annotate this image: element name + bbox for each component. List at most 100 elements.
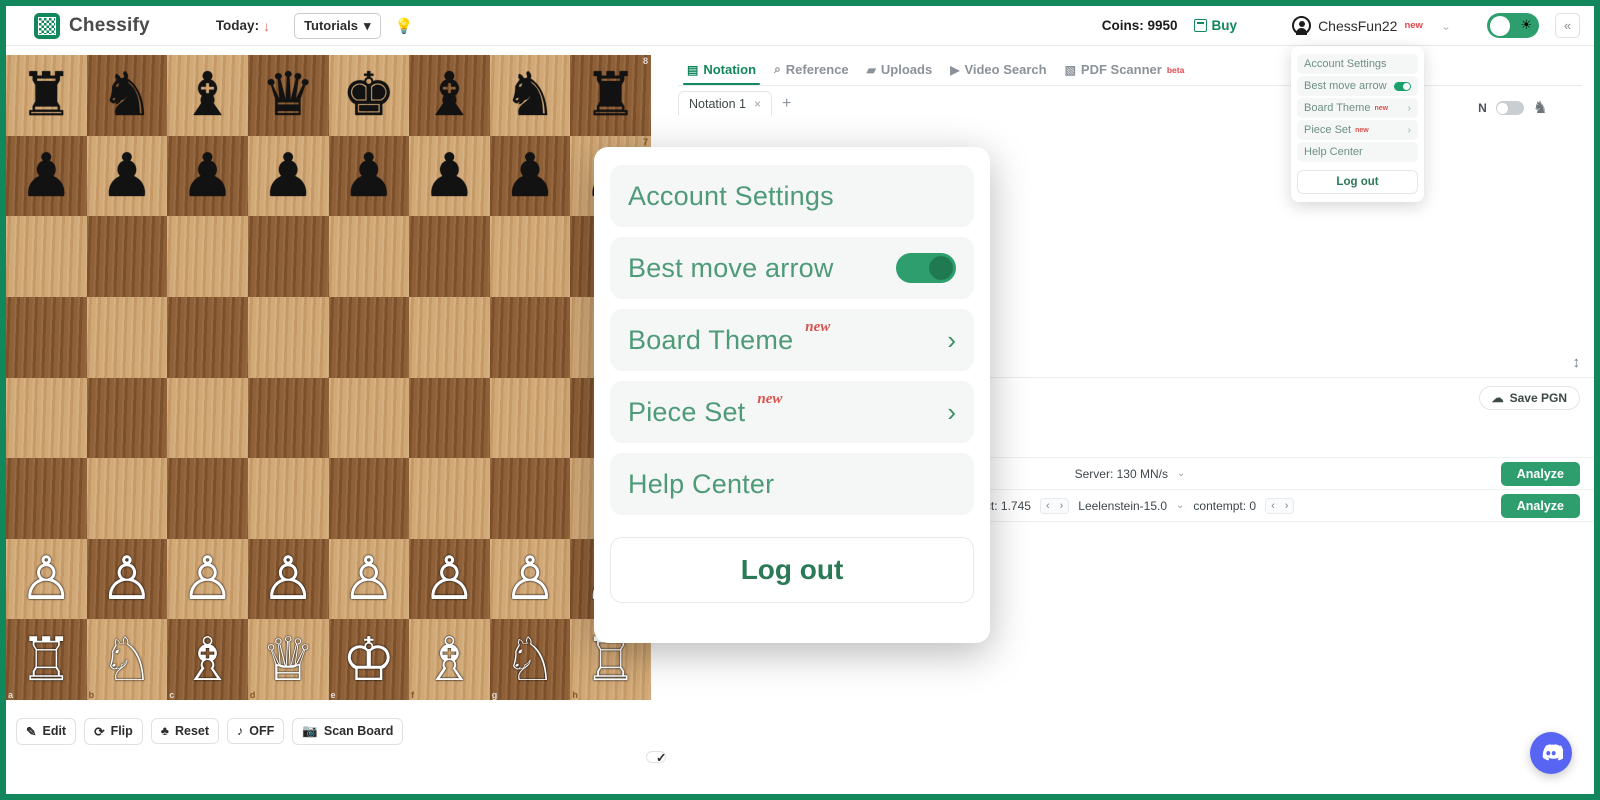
piece-P[interactable]: ♙ (423, 549, 477, 609)
board-square-a3[interactable] (6, 458, 87, 539)
piece-n[interactable]: ♞ (503, 65, 557, 125)
server-selector[interactable]: Server: 130 MN/s ⌄ (1075, 467, 1186, 481)
piece-p[interactable]: ♟ (19, 145, 73, 206)
tab-notation[interactable]: ▤ Notation (678, 57, 765, 85)
board-square-d4[interactable] (247, 377, 329, 459)
board-square-b6[interactable] (86, 216, 168, 297)
board-square-b2[interactable]: ♙ (86, 538, 168, 620)
board-square-c2[interactable]: ♙ (167, 538, 248, 620)
board-square-d2[interactable]: ♙ (247, 538, 329, 620)
subtab-notation-1[interactable]: Notation 1 × (678, 91, 772, 116)
tab-video-search[interactable]: ▶ Video Search (941, 57, 1055, 85)
lightbulb-icon[interactable]: 💡 (395, 17, 414, 35)
piece-p[interactable]: ♟ (503, 145, 557, 206)
board-square-f1[interactable]: ♗ f (409, 619, 490, 700)
board-square-f8[interactable]: ♝ (409, 55, 490, 136)
board-square-h8[interactable]: ♜ 8 (570, 55, 651, 136)
board-square-a4[interactable] (6, 377, 87, 459)
user-menu-item-help-center[interactable]: Help Center (1297, 142, 1418, 162)
piece-Q[interactable]: ♕ (261, 629, 315, 690)
user-menu-trigger[interactable]: ChessFun22 new ⌄ (1292, 16, 1451, 35)
import-export-button[interactable]: ✓ Import/ Export (646, 743, 715, 771)
cpuct-stepper[interactable]: ‹ › (1039, 497, 1070, 514)
board-square-d8[interactable]: ♛ (247, 55, 329, 136)
save-pgn-button[interactable]: ☁ Save PGN (1478, 386, 1580, 410)
board-square-d3[interactable] (247, 458, 329, 539)
best-move-arrow-toggle[interactable] (1394, 81, 1411, 91)
piece-p[interactable]: ♟ (423, 145, 477, 206)
theme-toggle[interactable]: ☀ (1487, 13, 1539, 38)
collapse-header-button[interactable]: « (1555, 13, 1580, 38)
tab-pdf-scanner[interactable]: ▧ PDF Scanner beta (1056, 57, 1194, 85)
board-square-e5[interactable] (328, 296, 410, 378)
piece-P[interactable]: ♙ (19, 549, 73, 609)
board-square-a2[interactable]: ♙ (6, 538, 87, 620)
piece-P[interactable]: ♙ (503, 549, 557, 609)
analyze-button-neural[interactable]: Analyze (1500, 493, 1580, 518)
piece-p[interactable]: ♟ (100, 145, 154, 206)
board-square-f3[interactable] (409, 458, 490, 539)
piece-r[interactable]: ♜ (584, 65, 638, 125)
board-square-c4[interactable] (167, 377, 248, 459)
board-square-g2[interactable]: ♙ (489, 538, 571, 620)
user-menu-item-account-settings[interactable]: Account Settings (1297, 54, 1418, 74)
piece-K[interactable]: ♔ (342, 629, 396, 690)
modal-item-piece-set[interactable]: Piece Set new › (610, 381, 974, 443)
board-square-f4[interactable] (409, 377, 490, 459)
flip-button[interactable]: ⟳ Flip (84, 717, 143, 745)
board-square-e3[interactable] (328, 458, 410, 539)
edit-button[interactable]: ✎ Edit (16, 717, 77, 745)
piece-p[interactable]: ♟ (181, 145, 235, 206)
chessboard[interactable]: ♜♞♝♛♚♝♞♜8♟♟♟♟♟♟♟♟76543♙♙♙♙♙♙♙♙2♖a♘b♗c♕d♔… (6, 55, 651, 700)
modal-item-account-settings[interactable]: Account Settings (610, 165, 974, 227)
brand-logo-area[interactable]: Chessify (34, 12, 150, 39)
board-square-g1[interactable]: ♘ g (489, 619, 571, 700)
piece-N[interactable]: ♘ (100, 629, 154, 690)
sound-toggle-button[interactable]: ♪ OFF (227, 718, 285, 744)
analyze-button-server[interactable]: Analyze (1500, 461, 1580, 486)
board-square-f2[interactable]: ♙ (409, 538, 490, 620)
board-square-f5[interactable] (409, 296, 490, 378)
engine-select-label[interactable]: Leelenstein-15.0 (1078, 499, 1167, 513)
board-square-g8[interactable]: ♞ (489, 55, 571, 136)
board-square-c3[interactable] (167, 458, 248, 539)
board-square-b3[interactable] (86, 458, 168, 539)
board-square-g3[interactable] (489, 458, 571, 539)
contempt-next-button[interactable]: › (1279, 498, 1294, 513)
board-square-b5[interactable] (86, 296, 168, 378)
user-menu-item-best-move-arrow[interactable]: Best move arrow (1297, 76, 1418, 96)
board-square-d6[interactable] (247, 216, 329, 297)
board-square-e6[interactable] (328, 216, 410, 297)
piece-p[interactable]: ♟ (342, 145, 396, 206)
panel-vertical-resize-handle[interactable]: ↕ (1573, 354, 1581, 371)
best-move-arrow-toggle[interactable] (896, 253, 956, 283)
board-square-g4[interactable] (489, 377, 571, 459)
board-square-g7[interactable]: ♟ (489, 135, 571, 217)
piece-P[interactable]: ♙ (342, 549, 396, 609)
chevron-down-icon[interactable]: ⌄ (1176, 500, 1184, 511)
board-square-b1[interactable]: ♘ b (86, 619, 168, 700)
board-square-g6[interactable] (489, 216, 571, 297)
piece-q[interactable]: ♛ (261, 65, 315, 125)
board-square-e4[interactable] (328, 377, 410, 459)
notation-style-toggle[interactable] (1495, 101, 1524, 115)
user-menu-item-board-theme[interactable]: Board Theme new › (1297, 98, 1418, 118)
knight-icon[interactable]: ♞ (1533, 98, 1548, 118)
board-square-a1[interactable]: ♖ a (6, 619, 87, 700)
piece-N[interactable]: ♘ (503, 629, 557, 690)
piece-r[interactable]: ♜ (19, 65, 73, 125)
user-menu-item-piece-set[interactable]: Piece Set new › (1297, 120, 1418, 140)
board-square-g5[interactable] (489, 296, 571, 378)
add-notation-tab-button[interactable]: + (782, 95, 791, 113)
board-square-f6[interactable] (409, 216, 490, 297)
piece-P[interactable]: ♙ (100, 549, 154, 609)
piece-B[interactable]: ♗ (423, 629, 477, 690)
reset-button[interactable]: ♣ Reset (150, 718, 220, 744)
board-square-c1[interactable]: ♗ c (167, 619, 248, 700)
board-square-a8[interactable]: ♜ (6, 55, 87, 136)
piece-R[interactable]: ♖ (19, 629, 73, 690)
board-square-b7[interactable]: ♟ (86, 135, 168, 217)
tab-reference[interactable]: ⌕ Reference (765, 57, 858, 85)
piece-p[interactable]: ♟ (261, 145, 315, 206)
piece-P[interactable]: ♙ (181, 549, 235, 609)
